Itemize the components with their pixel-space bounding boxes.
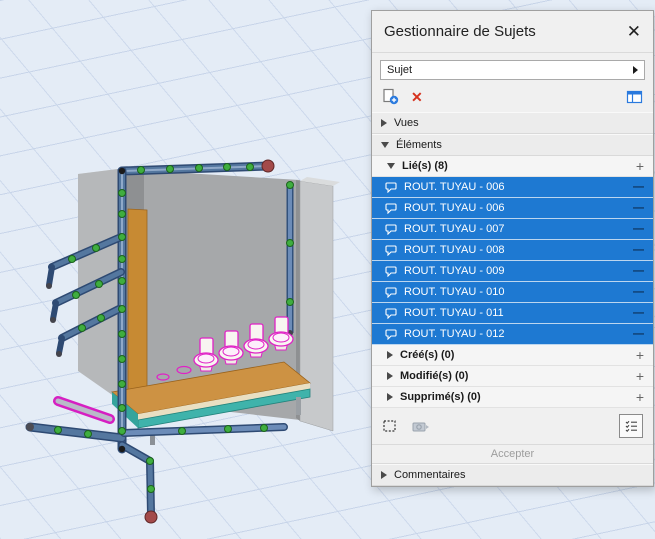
element-balloon-icon xyxy=(385,182,397,193)
linked-element-row[interactable]: ROUT. TUYAU - 006 — xyxy=(372,177,653,198)
subject-dropdown[interactable]: Sujet xyxy=(380,60,645,80)
subsection-linked-label: Lié(s) (8) xyxy=(402,160,448,172)
add-deleted-button[interactable]: + xyxy=(636,390,644,404)
subsection-deleted[interactable]: Supprimé(s) (0) + xyxy=(372,387,653,408)
linked-element-row[interactable]: ROUT. TUYAU - 010 — xyxy=(372,282,653,303)
section-elements[interactable]: Éléments xyxy=(372,134,653,156)
panel-toolbar: ✕ xyxy=(372,84,653,112)
item-options-button[interactable] xyxy=(619,414,643,438)
linked-element-row[interactable]: ROUT. TUYAU - 008 — xyxy=(372,240,653,261)
panel-options-icon[interactable] xyxy=(626,89,643,105)
subsection-modified[interactable]: Modifié(s) (0) + xyxy=(372,366,653,387)
unlink-minus-button[interactable]: — xyxy=(633,202,644,214)
orange-panel xyxy=(127,208,148,395)
chevron-down-icon xyxy=(387,163,395,169)
red-sphere-bottom xyxy=(144,510,158,524)
chevron-right-icon xyxy=(387,372,393,380)
linked-element-row[interactable]: ROUT. TUYAU - 011 — xyxy=(372,303,653,324)
element-balloon-icon xyxy=(385,245,397,256)
unlink-minus-button[interactable]: — xyxy=(633,181,644,193)
red-sphere-top xyxy=(261,159,275,173)
element-balloon-icon xyxy=(385,308,397,319)
chevron-right-icon xyxy=(387,351,393,359)
capture-view-icon[interactable] xyxy=(412,418,430,434)
section-comments-label: Commentaires xyxy=(394,469,466,481)
unlink-minus-button[interactable]: — xyxy=(633,286,644,298)
section-comments[interactable]: Commentaires xyxy=(372,464,653,486)
add-modified-button[interactable]: + xyxy=(636,369,644,383)
unlink-minus-button[interactable]: — xyxy=(633,265,644,277)
linked-elements-list: ROUT. TUYAU - 006 — ROUT. TUYAU - 006 — … xyxy=(372,177,653,345)
element-balloon-icon xyxy=(385,266,397,277)
subsection-created-label: Créé(s) (0) xyxy=(400,349,455,361)
chevron-right-icon xyxy=(633,66,638,74)
element-tools-toolbar xyxy=(372,408,653,444)
chevron-right-icon xyxy=(381,119,387,127)
chevron-down-icon xyxy=(381,142,389,148)
delete-topic-icon[interactable]: ✕ xyxy=(411,90,423,104)
new-topic-icon[interactable] xyxy=(382,88,399,105)
linked-element-row[interactable]: ROUT. TUYAU - 006 — xyxy=(372,198,653,219)
linked-element-row[interactable]: ROUT. TUYAU - 009 — xyxy=(372,261,653,282)
linked-element-label: ROUT. TUYAU - 008 xyxy=(404,244,505,256)
linked-element-label: ROUT. TUYAU - 006 xyxy=(404,181,505,193)
linked-element-label: ROUT. TUYAU - 011 xyxy=(404,307,504,319)
topic-manager-panel: Gestionnaire de Sujets ✕ Sujet ✕ Vues Él… xyxy=(371,10,654,487)
panel-title: Gestionnaire de Sujets xyxy=(384,23,536,40)
section-vues-label: Vues xyxy=(394,117,419,129)
linked-element-label: ROUT. TUYAU - 010 xyxy=(404,286,505,298)
unlink-minus-button[interactable]: — xyxy=(633,244,644,256)
element-balloon-icon xyxy=(385,287,397,298)
unlink-minus-button[interactable]: — xyxy=(633,307,644,319)
linked-element-label: ROUT. TUYAU - 009 xyxy=(404,265,505,277)
linked-element-row[interactable]: ROUT. TUYAU - 012 — xyxy=(372,324,653,345)
add-created-button[interactable]: + xyxy=(636,348,644,362)
linked-element-label: ROUT. TUYAU - 006 xyxy=(404,202,505,214)
linked-element-label: ROUT. TUYAU - 007 xyxy=(404,223,505,235)
accept-button[interactable]: Accepter xyxy=(372,444,653,464)
marquee-select-icon[interactable] xyxy=(382,418,398,434)
subsection-modified-label: Modifié(s) (0) xyxy=(400,370,469,382)
linked-element-label: ROUT. TUYAU - 012 xyxy=(404,328,505,340)
element-balloon-icon xyxy=(385,203,397,214)
element-balloon-icon xyxy=(385,224,397,235)
subsection-created[interactable]: Créé(s) (0) + xyxy=(372,345,653,366)
panel-header: Gestionnaire de Sujets ✕ xyxy=(372,11,653,53)
close-icon[interactable]: ✕ xyxy=(627,23,641,40)
unlink-minus-button[interactable]: — xyxy=(633,328,644,340)
add-linked-button[interactable]: + xyxy=(636,159,644,173)
unlink-minus-button[interactable]: — xyxy=(633,223,644,235)
linked-element-row[interactable]: ROUT. TUYAU - 007 — xyxy=(372,219,653,240)
chevron-right-icon xyxy=(387,393,393,401)
subsection-linked[interactable]: Lié(s) (8) + xyxy=(372,156,653,177)
subsection-deleted-label: Supprimé(s) (0) xyxy=(400,391,481,403)
section-vues[interactable]: Vues xyxy=(372,112,653,134)
section-elements-label: Éléments xyxy=(396,139,442,151)
pipe-right-vertical xyxy=(286,184,294,336)
checklist-icon xyxy=(625,420,637,432)
element-balloon-icon xyxy=(385,329,397,340)
filter-area: Sujet xyxy=(372,53,653,84)
subject-dropdown-value: Sujet xyxy=(387,64,413,76)
chevron-right-icon xyxy=(381,471,387,479)
